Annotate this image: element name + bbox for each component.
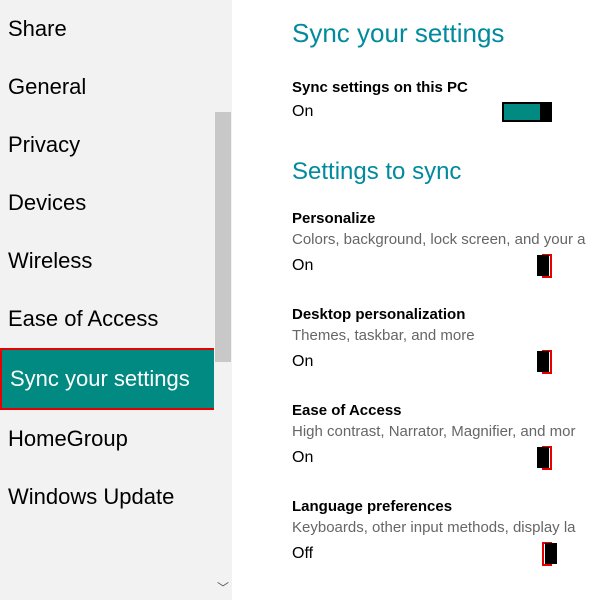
- setting-state: On: [292, 103, 313, 121]
- toggle-ease-of-access[interactable]: [545, 447, 549, 468]
- setting-description: High contrast, Narrator, Magnifier, and …: [292, 423, 600, 440]
- setting-ease-of-access: Ease of Access High contrast, Narrator, …: [292, 402, 600, 470]
- sidebar-item-general[interactable]: General: [0, 58, 232, 116]
- toggle-knob: [537, 351, 549, 372]
- setting-sync-master: Sync settings on this PC On: [292, 79, 600, 122]
- highlight-box: [542, 542, 552, 566]
- sidebar-item-devices[interactable]: Devices: [0, 174, 232, 232]
- setting-description: Keyboards, other input methods, display …: [292, 519, 600, 536]
- highlight-box: [542, 446, 552, 470]
- setting-desktop-personalization: Desktop personalization Themes, taskbar,…: [292, 306, 600, 374]
- toggle-knob: [545, 543, 557, 564]
- setting-state: On: [292, 353, 313, 371]
- sidebar-item-homegroup[interactable]: HomeGroup: [0, 410, 232, 468]
- setting-label: Sync settings on this PC: [292, 79, 600, 96]
- sidebar-item-privacy[interactable]: Privacy: [0, 116, 232, 174]
- setting-state: Off: [292, 545, 313, 563]
- sidebar-item-windows-update[interactable]: Windows Update: [0, 468, 232, 526]
- setting-label: Personalize: [292, 210, 600, 227]
- highlight-box: [542, 254, 552, 278]
- setting-language-preferences: Language preferences Keyboards, other in…: [292, 498, 600, 566]
- setting-state: On: [292, 449, 313, 467]
- settings-sidebar: Share General Privacy Devices Wireless E…: [0, 0, 232, 600]
- toggle-knob: [537, 447, 549, 468]
- toggle-desktop-personalization[interactable]: [545, 351, 549, 372]
- highlight-box: [542, 350, 552, 374]
- toggle-language-preferences[interactable]: [545, 543, 549, 564]
- page-title: Sync your settings: [292, 18, 600, 49]
- setting-personalize: Personalize Colors, background, lock scr…: [292, 210, 600, 278]
- toggle-knob: [537, 255, 549, 276]
- sidebar-item-sync-your-settings[interactable]: Sync your settings: [0, 348, 232, 410]
- section-title: Settings to sync: [292, 158, 600, 186]
- toggle-knob: [540, 102, 552, 122]
- setting-description: Themes, taskbar, and more: [292, 327, 600, 344]
- setting-label: Desktop personalization: [292, 306, 600, 323]
- scrollbar-thumb[interactable]: [215, 112, 231, 362]
- toggle-sync-master[interactable]: [502, 102, 552, 122]
- settings-main-panel: Sync your settings Sync settings on this…: [232, 0, 600, 600]
- sidebar-scrollbar[interactable]: ﹀: [214, 0, 232, 600]
- setting-description: Colors, background, lock screen, and you…: [292, 231, 600, 248]
- setting-label: Language preferences: [292, 498, 600, 515]
- sidebar-item-ease-of-access[interactable]: Ease of Access: [0, 290, 232, 348]
- chevron-down-icon[interactable]: ﹀: [214, 580, 232, 598]
- sidebar-item-wireless[interactable]: Wireless: [0, 232, 232, 290]
- toggle-personalize[interactable]: [545, 255, 549, 276]
- sidebar-item-share[interactable]: Share: [0, 0, 232, 58]
- setting-state: On: [292, 257, 313, 275]
- setting-label: Ease of Access: [292, 402, 600, 419]
